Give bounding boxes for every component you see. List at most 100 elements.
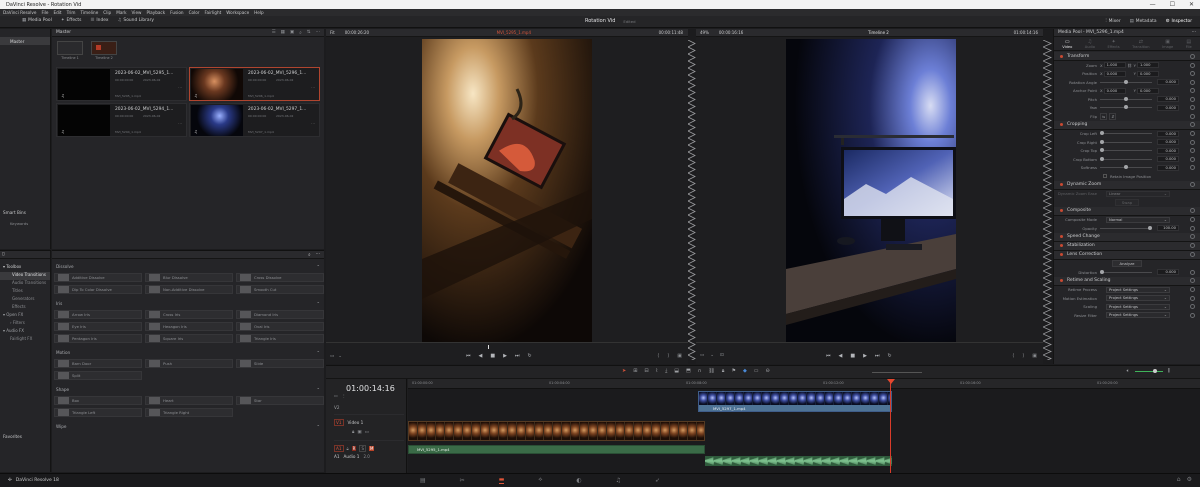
param-reset-icon[interactable] <box>1190 113 1195 119</box>
clip-more-icon[interactable]: ⋯ <box>311 121 315 126</box>
section-reset-icon[interactable] <box>1190 208 1195 213</box>
effect-item[interactable]: Additive Dissolve <box>54 273 142 282</box>
slider-knob[interactable] <box>1100 131 1104 136</box>
viewer-monitor-icon[interactable]: ▭ <box>330 354 334 359</box>
overwrite-icon[interactable]: ⬓ <box>674 368 679 374</box>
media-page-icon[interactable]: ▤ <box>420 477 426 484</box>
fusion-page-icon[interactable]: ⟡ <box>538 476 542 484</box>
volume-slider[interactable] <box>1134 368 1163 373</box>
stop-icon[interactable]: ■ <box>490 353 495 359</box>
param-slider[interactable] <box>1100 165 1152 170</box>
param-slider[interactable] <box>1100 131 1152 136</box>
param-reset-icon[interactable] <box>1190 105 1195 111</box>
fairlight-fx-item[interactable]: Fairlight FX <box>0 336 50 344</box>
thumb-view-icon[interactable]: ▣ <box>290 30 294 35</box>
color-page-icon[interactable]: ◐ <box>576 477 581 484</box>
settings-icon[interactable]: ⚙ <box>1187 476 1192 483</box>
effects-more-icon[interactable]: ⋯ <box>316 252 320 257</box>
effect-item[interactable]: Dip To Color Dissolve <box>54 285 142 294</box>
collapse-icon[interactable]: ⌃ <box>316 264 320 269</box>
timeline-zoom-slider[interactable] <box>872 372 922 373</box>
v1-lock-icon[interactable]: 🔒︎ <box>352 429 354 435</box>
menu-item-7[interactable]: View <box>132 10 142 15</box>
audio-meter-icon[interactable]: ⫼ <box>1168 368 1170 374</box>
playhead-handle[interactable] <box>887 379 895 384</box>
param-value-field[interactable]: 0.000 <box>1157 156 1179 163</box>
collapse-icon[interactable]: ⌃ <box>316 424 320 429</box>
menu-item-0[interactable]: DaVinci Resolve <box>3 10 36 15</box>
flip-vertical-icon[interactable]: ⇵ <box>1109 112 1117 120</box>
effect-item[interactable]: Push <box>145 359 233 368</box>
param-reset-icon[interactable] <box>1190 148 1195 154</box>
play-icon[interactable]: ▶ <box>503 353 507 359</box>
slider-knob[interactable] <box>1124 79 1128 84</box>
swap-button[interactable]: Swap <box>1114 198 1140 206</box>
inspector-section-header[interactable]: Composite <box>1054 206 1200 216</box>
effects-section-title[interactable]: Shape ⌃ <box>54 385 322 394</box>
open-fx-item[interactable]: ▾ Open FX <box>0 312 50 320</box>
section-enable-dot[interactable] <box>1060 253 1063 256</box>
param-reset-icon[interactable] <box>1190 165 1195 171</box>
menu-item-11[interactable]: Fairlight <box>205 10 222 15</box>
effect-item[interactable]: Oval Iris <box>236 322 324 331</box>
go-end-icon[interactable]: ⏭ <box>515 353 520 359</box>
blade-tool-icon[interactable]: ⌇ <box>656 368 658 374</box>
section-enable-dot[interactable] <box>1060 54 1063 58</box>
panel-toggle-icon[interactable]: ▯ <box>2 252 4 257</box>
a1-lock-icon[interactable]: 🔒︎ <box>347 446 349 451</box>
linked-selection-icon[interactable]: ⛓ <box>708 368 714 374</box>
param-value-field[interactable]: 0.000 <box>1157 104 1179 111</box>
section-enable-dot[interactable] <box>1060 244 1063 247</box>
v1-visibility-icon[interactable]: ▭ <box>365 430 369 435</box>
param-slider[interactable] <box>1100 96 1152 101</box>
param-reset-icon[interactable] <box>1190 139 1195 145</box>
effect-item[interactable]: Slide <box>236 359 324 368</box>
effect-item[interactable]: Hexagon Iris <box>145 322 233 331</box>
effect-item[interactable]: Triangle Iris <box>236 334 324 343</box>
media-clip[interactable]: ♫ 2023-06-02_MVI_5295_1... 00:00:00:00 2023… <box>56 67 187 101</box>
param-dropdown[interactable]: Project Settings ⌄ <box>1106 286 1170 293</box>
retain-checkbox[interactable] <box>1103 174 1107 179</box>
param-reset-icon[interactable] <box>1190 88 1195 94</box>
param-dropdown[interactable]: Project Settings ⌄ <box>1106 303 1170 310</box>
menu-item-5[interactable]: Clip <box>103 10 111 15</box>
filters-item[interactable]: › Filters <box>0 320 50 328</box>
effects-section-title[interactable]: Wipe ⌃ <box>54 422 322 431</box>
section-enable-dot[interactable] <box>1060 123 1063 126</box>
tl-loop-icon[interactable]: ↻ <box>887 353 891 359</box>
analyze-button[interactable]: Analyze <box>1111 260 1143 268</box>
effect-item[interactable]: Pentagon Iris <box>54 334 142 343</box>
search-icon[interactable]: ⌕ <box>299 30 302 36</box>
param-value-field[interactable]: 0.000 <box>1157 130 1179 137</box>
effect-item[interactable]: Square Iris <box>145 334 233 343</box>
effect-item[interactable]: Triangle Right <box>145 408 233 417</box>
favorites-label[interactable]: Favorites <box>3 434 22 439</box>
slider-knob[interactable] <box>1124 96 1128 101</box>
slider-knob[interactable] <box>1100 156 1104 161</box>
edit-page-icon[interactable]: ▬ <box>498 476 505 484</box>
toolbox-item[interactable]: ▾ Toolbox <box>0 264 50 272</box>
section-reset-icon[interactable] <box>1190 122 1195 127</box>
param-value-field[interactable]: 0.000 <box>1157 79 1179 86</box>
audio-fx-item[interactable]: ▾ Audio FX <box>0 328 50 336</box>
param-slider[interactable] <box>1100 139 1152 144</box>
menu-item-10[interactable]: Color <box>189 10 200 15</box>
menu-item-12[interactable]: Workspace <box>226 10 249 15</box>
param-value-field[interactable]: 0.000 <box>1157 96 1179 103</box>
param-reset-icon[interactable] <box>1190 79 1195 85</box>
tl-play-reverse-icon[interactable]: ◀ <box>839 353 843 359</box>
slider-knob[interactable] <box>1124 165 1128 170</box>
bin-master[interactable]: Master <box>0 37 50 45</box>
tree-item[interactable]: Effects <box>0 304 50 312</box>
effect-item[interactable]: Box <box>54 396 142 405</box>
tl-play-icon[interactable]: ▶ <box>863 353 867 359</box>
menu-item-6[interactable]: Mark <box>116 10 126 15</box>
marker-icon[interactable]: ◆ <box>743 368 747 374</box>
tl-stop-icon[interactable]: ■ <box>850 353 855 359</box>
section-reset-icon[interactable] <box>1190 182 1195 187</box>
track-area[interactable]: 01:00:00:00 01:00:04:00 01:00:08:00 01:00:1… <box>408 379 1200 473</box>
inspector-more-icon[interactable]: ⋯ <box>1192 30 1196 35</box>
effect-item[interactable]: Arrow Iris <box>54 310 142 319</box>
tl-go-end-icon[interactable]: ⏭ <box>875 353 880 359</box>
menu-item-4[interactable]: Timeline <box>80 10 98 15</box>
